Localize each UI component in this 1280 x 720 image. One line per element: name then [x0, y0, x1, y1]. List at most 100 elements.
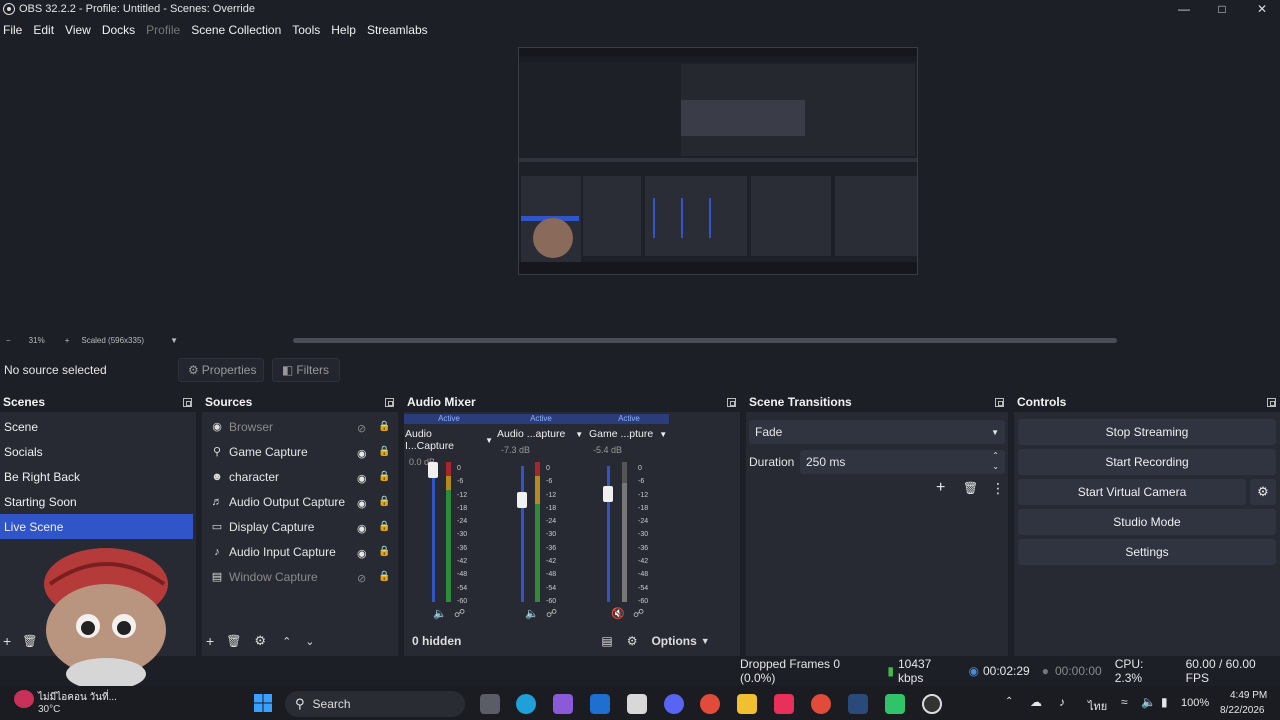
preview-horizontal-scrollbar[interactable]: [293, 338, 1117, 343]
transition-select[interactable]: Fade ▼: [749, 420, 1005, 444]
filters-button[interactable]: ◧ Filters: [272, 358, 340, 382]
duration-stepper-icon[interactable]: ⌃ ⌄: [992, 450, 999, 472]
source-properties-button[interactable]: ⚙: [254, 633, 266, 649]
lock-icon[interactable]: 🔒: [378, 571, 390, 582]
lock-icon[interactable]: 🔒: [378, 471, 390, 482]
speaker-muted-icon[interactable]: 🔇: [611, 607, 625, 620]
source-item[interactable]: ▭ Display Capture ◉ 🔒: [202, 514, 398, 539]
lock-icon[interactable]: 🔒: [378, 496, 390, 507]
language-indicator[interactable]: ไทย: [1088, 697, 1107, 715]
lock-icon[interactable]: 🔒: [378, 521, 390, 532]
virtual-camera-settings-gear-icon[interactable]: ⚙: [1250, 479, 1276, 505]
clock-date[interactable]: 8/22/2026: [1220, 705, 1265, 716]
transition-more-icon[interactable]: ⋮: [991, 480, 1005, 497]
volume-fader-handle[interactable]: [603, 486, 613, 503]
remove-scene-button[interactable]: 🗑: [22, 634, 37, 648]
menu-help[interactable]: Help: [328, 23, 362, 37]
add-scene-button[interactable]: +: [3, 633, 11, 649]
eye-icon[interactable]: ◉: [357, 522, 371, 535]
taskbar-search[interactable]: ⚲ Search: [285, 691, 465, 717]
remove-source-button[interactable]: 🗑: [226, 634, 241, 648]
store-icon[interactable]: [590, 694, 610, 714]
menu-profile[interactable]: Profile: [143, 23, 186, 37]
lock-icon[interactable]: 🔒: [378, 421, 390, 432]
zoom-out-button[interactable]: −: [6, 336, 11, 345]
lock-icon[interactable]: 🔒: [378, 446, 390, 457]
start-virtual-camera-button[interactable]: Start Virtual Camera: [1018, 479, 1246, 505]
windows-start-icon[interactable]: [253, 693, 273, 713]
start-recording-button[interactable]: Start Recording: [1018, 449, 1276, 475]
minimize-button[interactable]: —: [1165, 0, 1203, 18]
scene-item[interactable]: Socials: [0, 439, 196, 464]
onedrive-icon[interactable]: ☁: [1030, 695, 1042, 709]
maximize-button[interactable]: □: [1203, 0, 1241, 18]
undock-icon[interactable]: [1267, 397, 1276, 407]
file-explorer-icon[interactable]: [737, 694, 757, 714]
scene-item[interactable]: Starting Soon: [0, 489, 196, 514]
speaker-icon[interactable]: 🔈: [525, 607, 539, 620]
task-view-icon[interactable]: [480, 694, 500, 714]
monitor-headphones-icon[interactable]: ☍: [546, 607, 557, 620]
speaker-icon[interactable]: 🔈: [433, 607, 447, 620]
source-item[interactable]: ◉ Browser ⊘ 🔒: [202, 414, 398, 439]
move-up-button[interactable]: ⌃: [282, 635, 291, 648]
chrome-icon[interactable]: [700, 694, 720, 714]
eye-icon[interactable]: ◉: [357, 497, 371, 510]
scene-item[interactable]: Scene: [0, 414, 196, 439]
monitor-headphones-icon[interactable]: ☍: [633, 607, 644, 620]
monitor-headphones-icon[interactable]: ☍: [454, 607, 465, 620]
wifi-icon[interactable]: ≈: [1121, 695, 1128, 709]
menu-view[interactable]: View: [62, 23, 97, 37]
options-button[interactable]: Options: [651, 634, 696, 648]
eye-hidden-icon[interactable]: ⊘: [357, 572, 371, 585]
streamlabs-icon[interactable]: [885, 694, 905, 714]
source-item[interactable]: ♬ Audio Output Capture ◉ 🔒: [202, 489, 398, 514]
source-item[interactable]: ☻ character ◉ 🔒: [202, 464, 398, 489]
eye-icon[interactable]: ◉: [357, 472, 371, 485]
menu-file[interactable]: File: [0, 23, 28, 37]
scene-item-selected[interactable]: Live Scene: [0, 514, 193, 539]
preview-canvas[interactable]: [518, 47, 918, 275]
channel-menu-icon[interactable]: ▼: [575, 430, 583, 439]
stop-streaming-button[interactable]: Stop Streaming: [1018, 419, 1276, 445]
chrome-profile-icon[interactable]: [811, 694, 831, 714]
clock-time[interactable]: 4:49 PM: [1230, 690, 1267, 701]
menu-scene-collection[interactable]: Scene Collection: [188, 23, 287, 37]
source-item[interactable]: ⚲ Game Capture ◉ 🔒: [202, 439, 398, 464]
lock-icon[interactable]: 🔒: [378, 546, 390, 557]
volume-fader-handle[interactable]: [517, 491, 527, 508]
eye-hidden-icon[interactable]: ⊘: [357, 422, 371, 435]
scale-dropdown-icon[interactable]: ▼: [170, 336, 178, 345]
volume-fader-track[interactable]: [432, 466, 435, 602]
copilot-icon[interactable]: [553, 694, 573, 714]
menu-tools[interactable]: Tools: [289, 23, 326, 37]
add-source-button[interactable]: +: [206, 633, 214, 649]
settings-button[interactable]: Settings: [1018, 539, 1276, 565]
weather-widget-icon[interactable]: [14, 690, 34, 708]
edge-browser-icon[interactable]: [516, 694, 536, 714]
properties-button[interactable]: ⚙ Properties: [178, 358, 264, 382]
undock-icon[interactable]: [385, 397, 394, 407]
volume-fader-handle[interactable]: [428, 462, 438, 478]
eye-icon[interactable]: ◉: [357, 547, 371, 560]
eye-icon[interactable]: ◉: [357, 447, 371, 460]
add-transition-button[interactable]: +: [936, 479, 945, 497]
scene-item[interactable]: Be Right Back: [0, 464, 196, 489]
microphone-icon[interactable]: ♪: [1059, 695, 1065, 709]
undock-icon[interactable]: [995, 397, 1004, 407]
studio-mode-button[interactable]: Studio Mode: [1018, 509, 1276, 535]
remove-transition-button[interactable]: 🗑: [963, 481, 978, 495]
close-button[interactable]: ✕: [1243, 0, 1280, 18]
menu-streamlabs[interactable]: Streamlabs: [364, 23, 434, 37]
battery-icon[interactable]: ▮: [1161, 695, 1168, 709]
tiktok-icon[interactable]: [774, 694, 794, 714]
move-down-button[interactable]: ⌄: [305, 635, 314, 648]
options-dropdown-icon[interactable]: ▼: [701, 636, 710, 646]
menu-docks[interactable]: Docks: [99, 23, 141, 37]
channel-menu-icon[interactable]: ▼: [485, 436, 493, 445]
zoom-in-button[interactable]: +: [65, 336, 70, 345]
source-item[interactable]: ♪ Audio Input Capture ◉ 🔒: [202, 539, 398, 564]
obs-taskbar-icon[interactable]: [922, 694, 942, 714]
undock-icon[interactable]: [727, 397, 736, 407]
volume-fader-track[interactable]: [521, 466, 524, 602]
